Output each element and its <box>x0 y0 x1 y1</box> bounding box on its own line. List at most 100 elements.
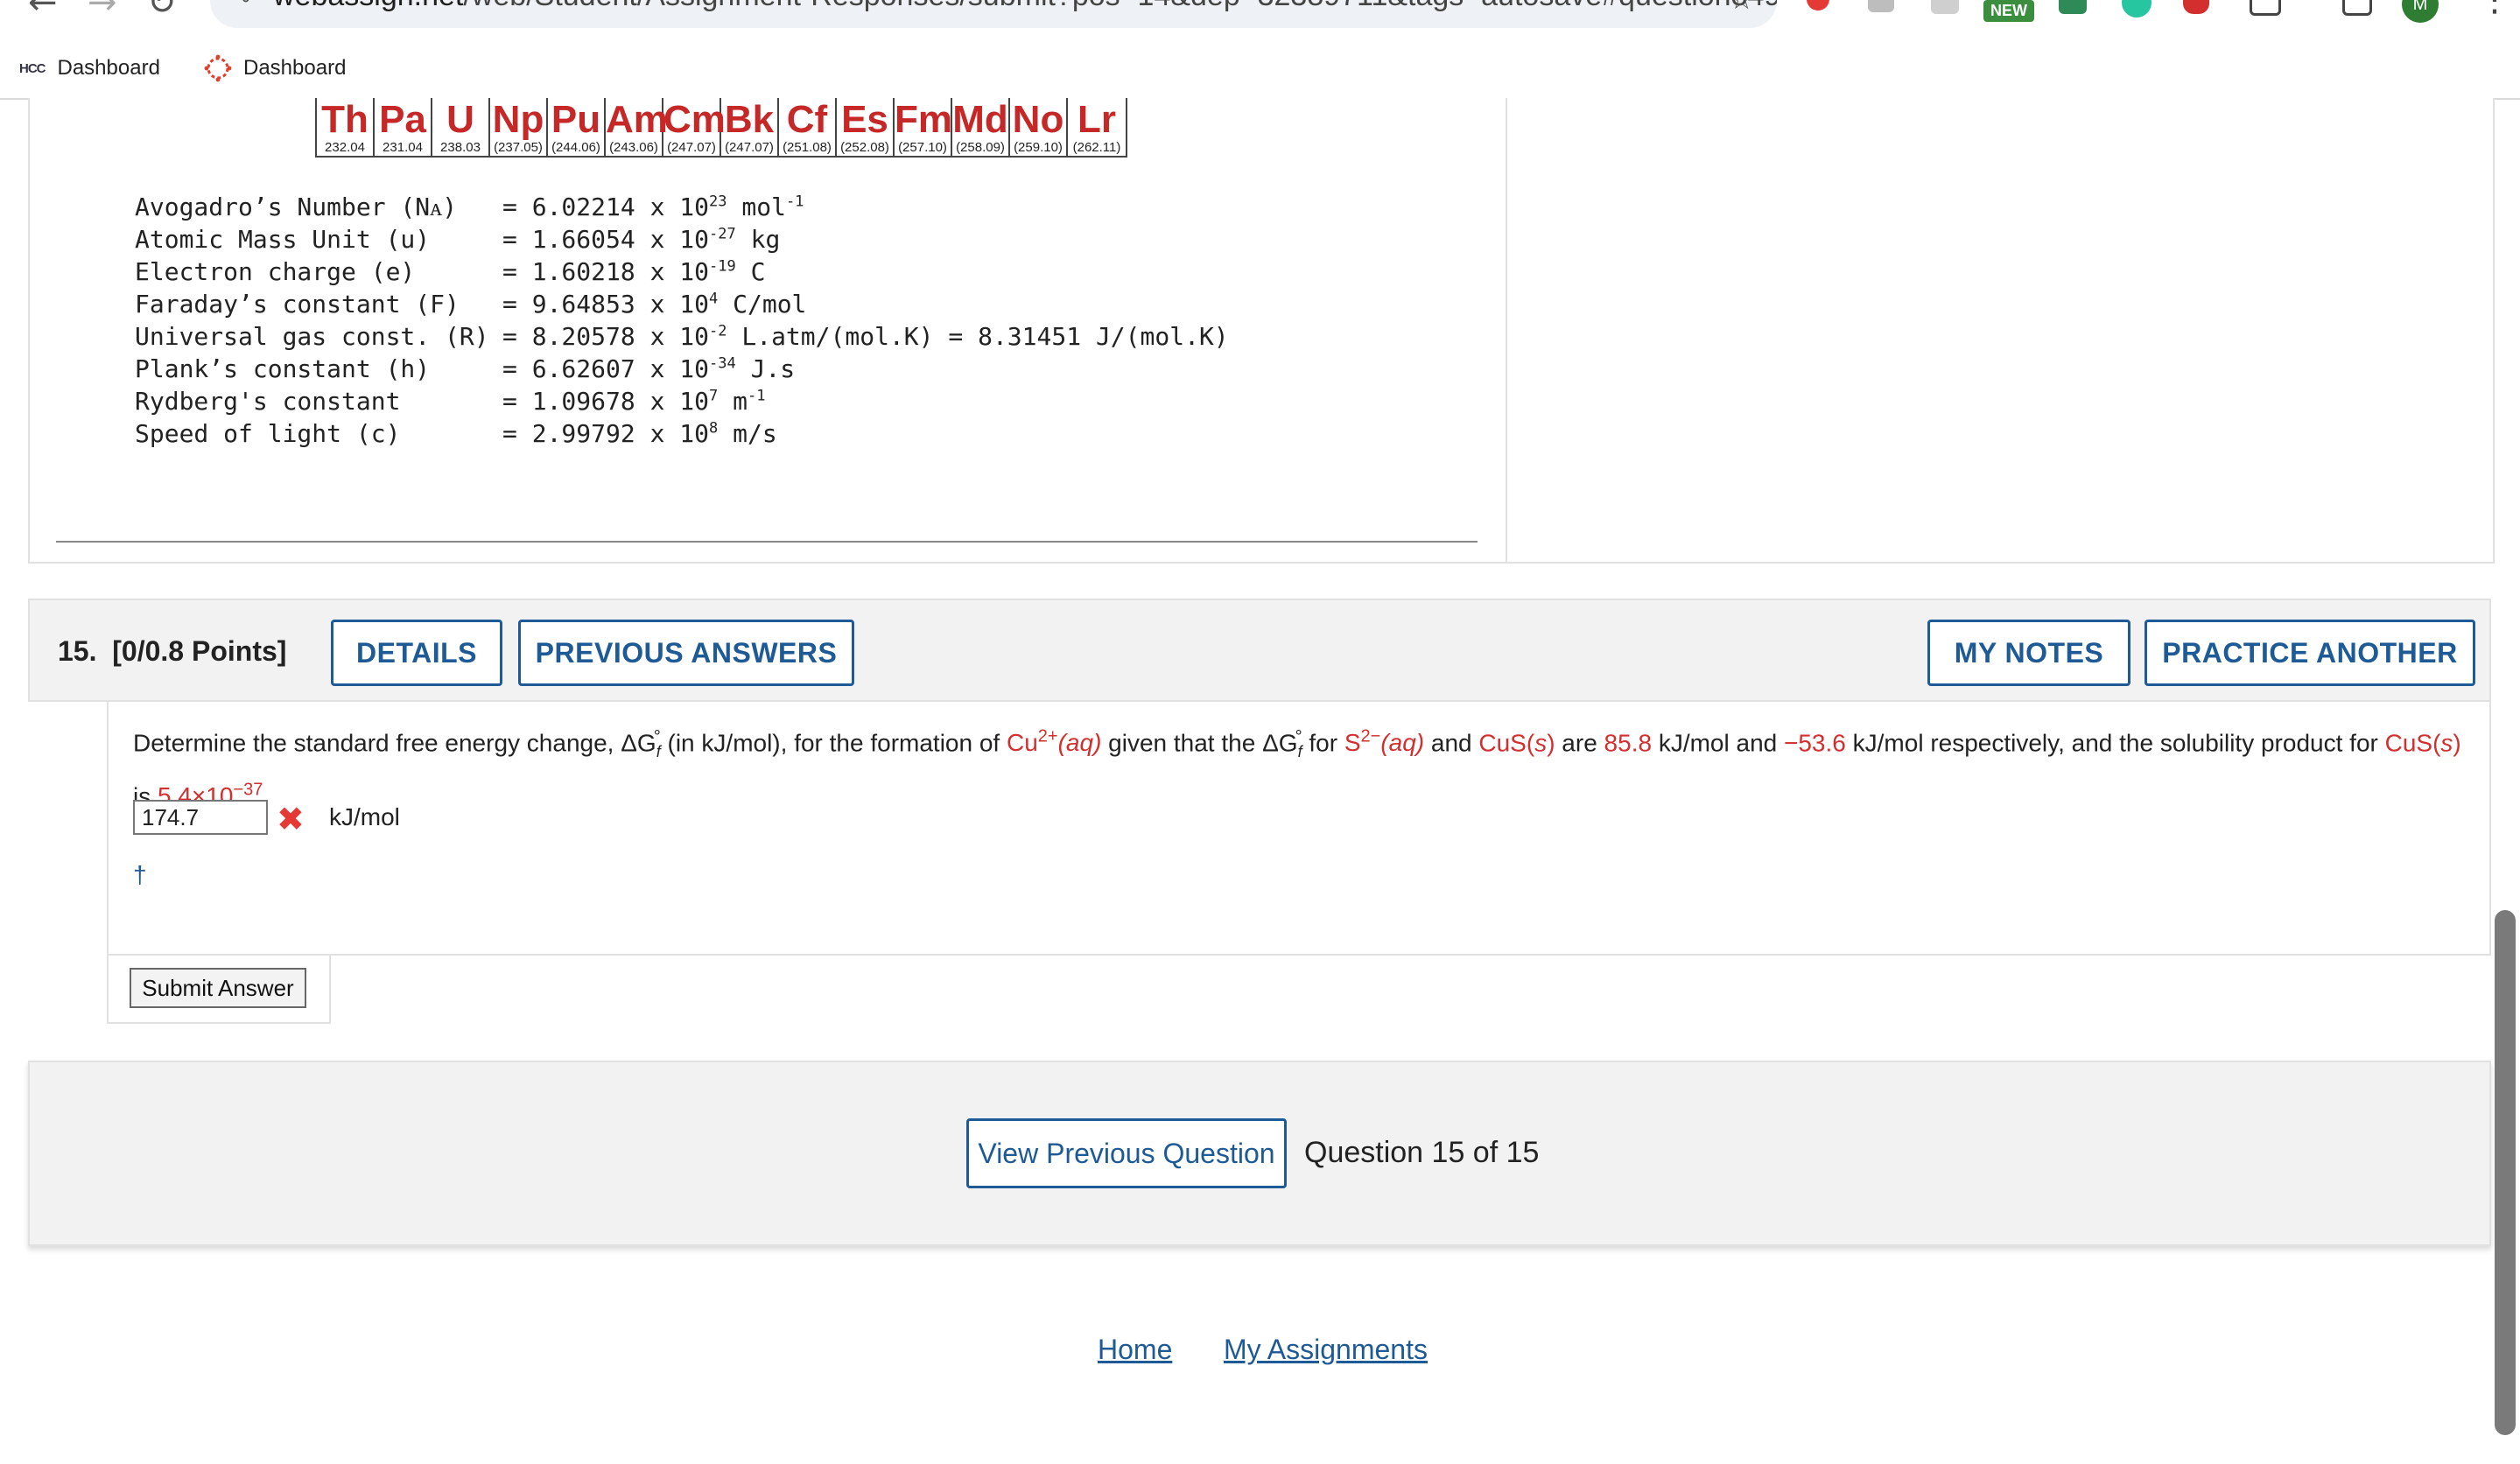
element-cell: Pu (244.06) <box>548 98 606 156</box>
url-text: webassign.net/web/Student/Assignment-Res… <box>273 0 1777 13</box>
constant-value: = 1.60218 x 10-19 C <box>502 257 766 286</box>
constant-value: = 6.02214 x 1023 mol-1 <box>502 193 804 221</box>
constant-row: Rydberg's constant = 1.09678 x 107 m-1 <box>135 385 1229 417</box>
element-symbol: Cf <box>786 98 828 141</box>
element-symbol: Es <box>841 98 888 141</box>
details-button[interactable]: DETAILS <box>331 620 502 686</box>
reload-icon[interactable]: ↻ <box>147 0 177 23</box>
element-symbol: No <box>1012 98 1064 141</box>
back-icon[interactable]: ← <box>28 0 58 23</box>
element-symbol: Fm <box>895 98 952 141</box>
element-cell: Cm (247.07) <box>663 98 726 156</box>
bookmark-hcc-dashboard[interactable]: HCC Dashboard <box>19 53 160 84</box>
element-symbol: Am <box>606 98 668 141</box>
extension-puzzle-icon[interactable] <box>1868 0 1894 12</box>
bookmark-label: Dashboard <box>243 56 347 80</box>
element-cell: Cf (251.08) <box>779 98 837 156</box>
element-cell: Es (252.08) <box>837 98 895 156</box>
constant-name: Avogadro’s Number (Nᴀ) <box>135 193 458 221</box>
forward-icon[interactable]: → <box>88 0 117 23</box>
extension-check-icon[interactable] <box>2059 0 2087 14</box>
answer-unit: kJ/mol <box>329 803 400 830</box>
element-mass: 232.04 <box>317 140 373 156</box>
element-mass: (237.05) <box>490 140 546 156</box>
element-mass: (258.09) <box>952 140 1008 156</box>
section-divider <box>56 541 1478 543</box>
constant-name: Rydberg's constant <box>135 387 401 416</box>
constant-name: Speed of light (c) <box>135 419 401 448</box>
extension-gray-icon[interactable] <box>1931 0 1959 14</box>
canvas-logo-icon <box>204 54 232 82</box>
constant-value: = 9.64853 x 104 C/mol <box>502 290 807 319</box>
element-mass: 238.03 <box>432 140 488 156</box>
element-cell: No (259.10) <box>1010 98 1068 156</box>
element-symbol: Cm <box>663 98 726 141</box>
constant-value: = 6.62607 x 10-34 J.s <box>502 354 796 383</box>
element-symbol: Lr <box>1077 98 1116 141</box>
element-mass: (247.07) <box>721 140 777 156</box>
constant-row: Speed of light (c) = 2.99792 x 108 m/s <box>135 417 1229 450</box>
element-mass: (244.06) <box>548 140 604 156</box>
s-ion: S2−(aq) <box>1344 727 1425 757</box>
question-points: [0/0.8 Points] <box>112 635 287 667</box>
cus-compound: CuS(s) <box>1478 729 1555 757</box>
previous-answers-button[interactable]: PREVIOUS ANSWERS <box>518 620 854 686</box>
bookmark-star-icon[interactable]: ☆ <box>1729 0 1754 16</box>
element-cell: Np (237.05) <box>490 98 548 156</box>
constants-list: Avogadro’s Number (Nᴀ) = 6.02214 x 1023 m… <box>135 191 1229 450</box>
element-cell: Bk (247.07) <box>721 98 779 156</box>
element-symbol: Pa <box>379 98 426 141</box>
extension-grammarly-icon[interactable] <box>2122 0 2151 18</box>
constant-value: = 2.99792 x 108 m/s <box>502 419 777 448</box>
constant-name: Universal gas const. (R) <box>135 322 489 351</box>
footer-my-assignments-link[interactable]: My Assignments <box>1224 1334 1428 1366</box>
footer-home-link[interactable]: Home <box>1098 1334 1172 1366</box>
my-notes-button[interactable]: MY NOTES <box>1927 620 2130 686</box>
element-cell: Am (243.06) <box>606 98 668 156</box>
new-badge[interactable]: NEW <box>1983 0 2034 22</box>
sidepanel-icon[interactable] <box>2342 0 2372 16</box>
constant-name: Atomic Mass Unit (u) <box>135 225 431 254</box>
browser-chrome: ← → ↻ ⊸ webassign.net/web/Student/Assign… <box>0 0 2520 100</box>
question-number: 15. [0/0.8 Points] <box>58 635 287 667</box>
submit-answer-button[interactable]: Submit Answer <box>130 968 306 1008</box>
element-mass: (262.11) <box>1068 140 1126 156</box>
constant-row: Faraday’s constant (F) = 9.64853 x 104 C/… <box>135 288 1229 320</box>
incorrect-x-icon: ✖ <box>277 800 305 838</box>
element-cell: Fm (257.10) <box>895 98 952 156</box>
dagger-link[interactable]: † <box>133 861 147 889</box>
extensions-menu-icon[interactable] <box>2250 0 2281 16</box>
value-cus: −53.6 <box>1784 729 1846 757</box>
bookmark-label: Dashboard <box>57 56 160 80</box>
practice-another-button[interactable]: PRACTICE ANOTHER <box>2144 620 2475 686</box>
address-bar[interactable]: ⊸ webassign.net/web/Student/Assignment-R… <box>210 0 1777 28</box>
element-symbol: Np <box>492 98 544 141</box>
bookmark-canvas-dashboard[interactable]: Dashboard <box>203 53 346 84</box>
element-cell: Lr (262.11) <box>1068 98 1126 156</box>
element-mass: (243.06) <box>606 140 662 156</box>
element-symbol: U <box>446 98 474 141</box>
scrollbar-thumb[interactable] <box>2495 910 2516 1435</box>
element-mass: (257.10) <box>895 140 951 156</box>
cus-compound: CuS(s) <box>2384 729 2461 757</box>
profile-avatar[interactable]: M <box>2402 0 2439 23</box>
constant-row: Electron charge (e) = 1.60218 x 10-19 C <box>135 256 1229 288</box>
element-mass: (251.08) <box>779 140 835 156</box>
element-cell: Th 232.04 <box>317 98 375 156</box>
answer-input[interactable] <box>133 800 268 835</box>
periodic-table-actinides: Th 232.04 Pa 231.04 U 238.03 Np (237.05) Pu(… <box>315 98 1127 158</box>
constant-value: = 1.66054 x 10-27 kg <box>502 225 781 254</box>
browser-menu-icon[interactable]: ⋮ <box>2477 0 2512 19</box>
constant-name: Plank’s constant (h) <box>135 354 431 383</box>
extension-pen-icon[interactable] <box>2183 0 2209 14</box>
element-mass: (252.08) <box>837 140 893 156</box>
extension-icon-red[interactable] <box>1807 0 1829 11</box>
view-previous-question-button[interactable]: View Previous Question <box>966 1118 1287 1188</box>
site-info-icon[interactable]: ⊸ <box>231 0 250 12</box>
element-symbol: Bk <box>724 98 775 141</box>
element-mass: 231.04 <box>375 140 431 156</box>
constant-name: Electron charge (e) <box>135 257 416 286</box>
element-cell: Pa 231.04 <box>375 98 432 156</box>
element-cell: Md (258.09) <box>952 98 1010 156</box>
element-symbol: Th <box>321 98 369 141</box>
